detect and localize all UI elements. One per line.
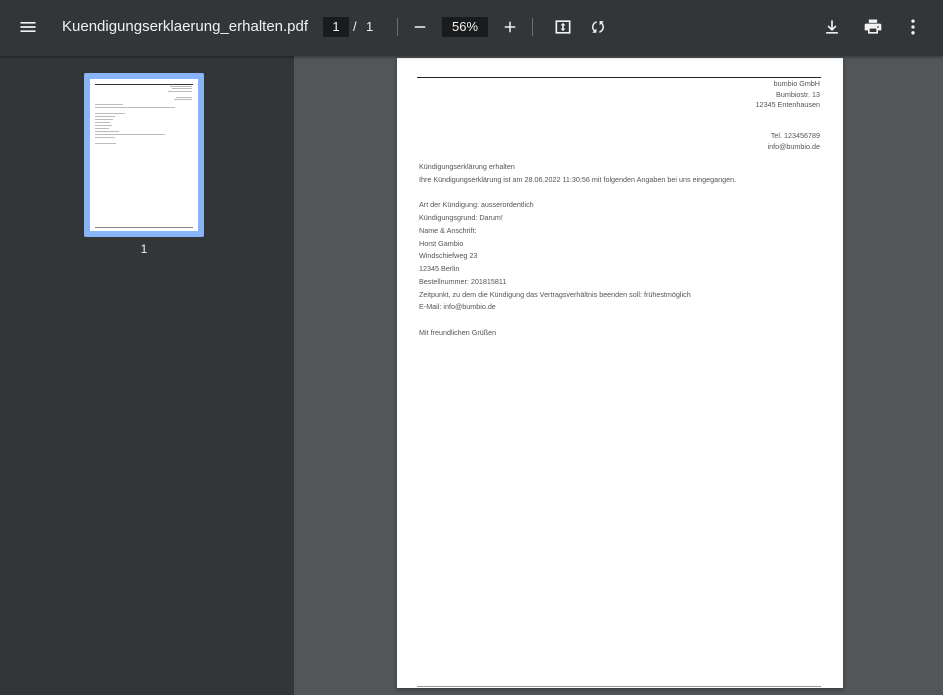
fit-page-icon[interactable] (547, 11, 579, 43)
page-number-input[interactable]: 1 (323, 17, 349, 37)
rotate-icon[interactable] (582, 11, 614, 43)
doc-closing: Mit freundlichen Grüßen (419, 328, 497, 337)
thumbnail-sidebar: 1 (0, 56, 294, 695)
sender-street: Bumbiostr. 13 (776, 90, 820, 99)
print-icon[interactable] (857, 11, 889, 43)
page-header-rule (417, 77, 821, 78)
doc-line: E-Mail: info@bumbio.de (419, 302, 496, 311)
doc-line: Horst Gambio (419, 239, 464, 248)
sender-email: info@bumbio.de (767, 142, 820, 151)
minus-icon[interactable] (404, 11, 436, 43)
page-separator: / (353, 19, 357, 34)
sender-city: 12345 Entenhausen (755, 100, 820, 109)
thumbnail-page-label: 1 (140, 242, 148, 256)
doc-line: Windschiefweg 23 (419, 251, 478, 260)
doc-heading: Kündigungserklärung erhalten (419, 162, 515, 171)
page-thumbnail[interactable] (84, 73, 204, 237)
zoom-input[interactable]: 56% (442, 17, 488, 37)
download-icon[interactable] (816, 11, 848, 43)
document-title: Kuendigungserklaerung_erhalten.pdf (62, 18, 309, 35)
toolbar-divider (532, 18, 533, 36)
doc-line: Name & Anschrift: (419, 226, 477, 235)
doc-line: 12345 Berlin (419, 264, 460, 273)
toolbar-divider (397, 18, 398, 36)
document-viewer[interactable]: bumbio GmbH Bumbiostr. 13 12345 Entenhau… (294, 56, 943, 695)
pdf-page: bumbio GmbH Bumbiostr. 13 12345 Entenhau… (397, 58, 843, 688)
sender-company: bumbio GmbH (773, 79, 820, 88)
doc-line: Art der Kündigung: ausserordentlich (419, 200, 534, 209)
pdf-toolbar: Kuendigungserklaerung_erhalten.pdf 1 / 1… (0, 0, 943, 56)
total-pages: 1 (366, 19, 374, 34)
doc-line: Kündigungsgrund: Darum! (419, 213, 503, 222)
doc-line: Ihre Kündigungserklärung ist am 28.06.20… (419, 175, 737, 184)
more-vert-icon[interactable] (897, 11, 929, 43)
thumbnail-preview (90, 79, 198, 231)
sender-phone: Tel. 123456789 (770, 131, 820, 140)
page-footer-rule (417, 686, 821, 687)
doc-line: Zeitpunkt, zu dem die Kündigung das Vert… (419, 290, 691, 299)
doc-line: Bestellnummer: 201815811 (419, 277, 507, 286)
menu-icon[interactable] (12, 11, 44, 43)
plus-icon[interactable] (494, 11, 526, 43)
